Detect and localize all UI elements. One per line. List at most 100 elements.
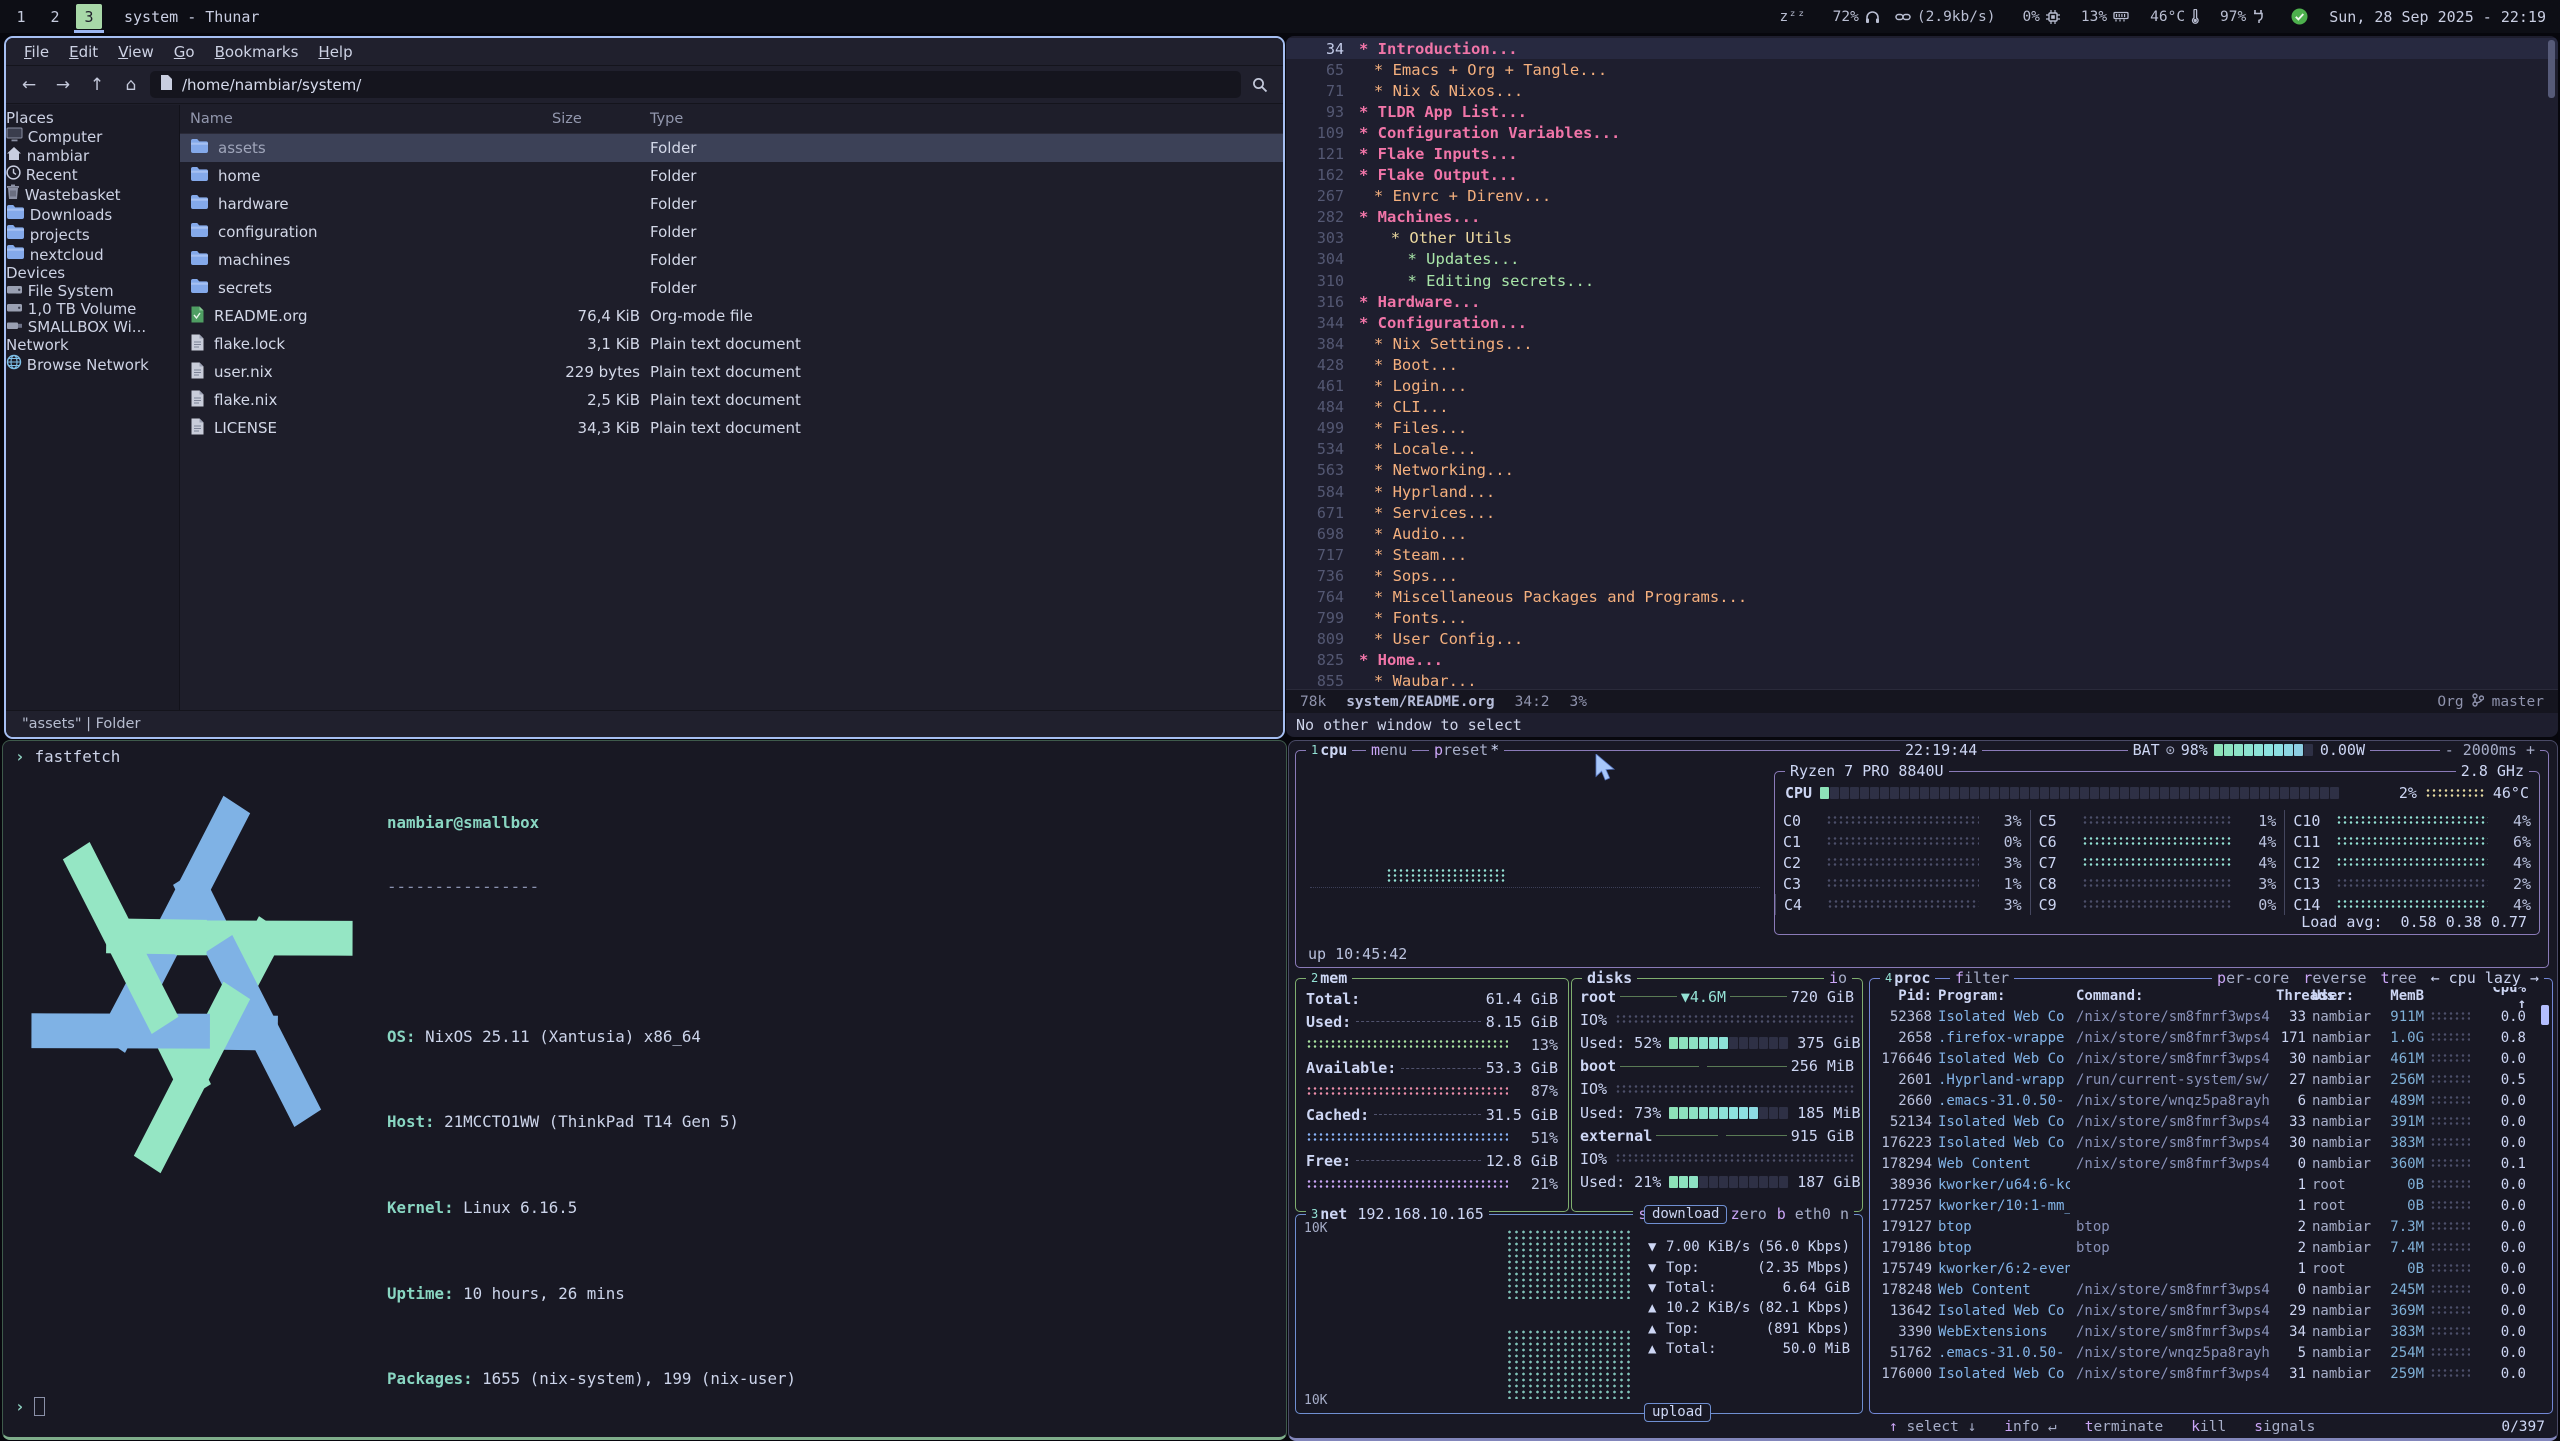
forward-button[interactable]: → [48,71,78,98]
sidebar-row[interactable]: Browse Network [6,354,179,374]
menu-item[interactable]: File [14,41,59,63]
process-row[interactable]: 52134 Isolated Web Co /nix/store/sm8fmrf… [1870,1111,2552,1132]
org-heading-line[interactable]: 499 * Files... [1286,418,2558,439]
info-key[interactable]: info ↵ [2004,1419,2056,1435]
workspace-button[interactable]: 1 [8,4,34,29]
filter-button[interactable]: filter [1950,969,2014,987]
cpu-box-title[interactable]: 1cpu [1306,741,1352,759]
org-heading-line[interactable]: 282 * Machines... [1286,207,2558,228]
sidebar-row[interactable]: nambiar [6,146,179,165]
org-heading-line[interactable]: 304 * Updates... [1286,249,2558,270]
sidebar-row[interactable]: Places [6,109,179,127]
org-heading-line[interactable]: 109 * Configuration Variables... [1286,122,2558,143]
shell-prompt[interactable]: › [15,1397,45,1416]
org-heading-line[interactable]: 267 * Envrc + Direnv... [1286,186,2558,207]
org-heading-line[interactable]: 121 * Flake Inputs... [1286,143,2558,164]
file-row[interactable]: secrets Folder [180,274,1283,302]
org-heading-line[interactable]: 461 * Login... [1286,376,2558,397]
menu-button[interactable]: menu [1366,741,1412,759]
proc-box-title[interactable]: 4proc [1880,969,1935,987]
workspace-button[interactable]: 3 [76,4,102,29]
sidebar-row[interactable]: SMALLBOX Wi... [6,318,179,336]
tray-item[interactable]: 13% [2075,9,2129,25]
up-button[interactable]: ↑ [82,71,112,98]
sidebar-row[interactable]: Downloads [6,204,179,224]
sidebar-row[interactable]: File System [6,282,179,300]
signals-key[interactable]: signals [2254,1419,2315,1435]
org-heading-line[interactable]: 717 * Steam... [1286,544,2558,565]
org-heading-line[interactable]: 484 * CLI... [1286,397,2558,418]
sidebar-row[interactable]: projects [6,224,179,244]
tray-item[interactable]: 0% [2016,9,2059,25]
io-mode-button[interactable]: io [1824,969,1852,987]
org-heading-line[interactable]: 162 * Flake Output... [1286,165,2558,186]
org-heading-line[interactable]: 65 * Emacs + Org + Tangle... [1286,59,2558,80]
org-heading-line[interactable]: 698 * Audio... [1286,523,2558,544]
process-row[interactable]: 52368 Isolated Web Co /nix/store/sm8fmrf… [1870,1006,2552,1027]
process-row[interactable]: 178248 Web Content /nix/store/sm8fmrf3wp… [1870,1279,2552,1300]
org-heading-line[interactable]: 384 * Nix Settings... [1286,333,2558,354]
sidebar-row[interactable]: Network [6,336,179,354]
menu-item[interactable]: View [108,41,164,63]
zero-button[interactable]: zero [1731,1205,1767,1223]
org-heading-line[interactable]: 303 * Other Utils [1286,228,2558,249]
org-heading-line[interactable]: 809 * User Config... [1286,629,2558,650]
process-row[interactable]: 51762 .emacs-31.0.50- /nix/store/wnqz5pa… [1870,1342,2552,1363]
sidebar-row[interactable]: 1,0 TB Volume [6,300,179,318]
process-row[interactable]: 38936 kworker/u64:6-kc 1 root 0B 0.0 [1870,1174,2552,1195]
terminate-key[interactable]: terminate [2085,1419,2164,1435]
file-row[interactable]: hardware Folder [180,190,1283,218]
process-row[interactable]: 179127 btop btop 2 nambiar 7.3M 0.0 [1870,1216,2552,1237]
org-heading-line[interactable]: 34 * Introduction... [1286,38,2558,59]
process-row[interactable]: 2660 .emacs-31.0.50- /nix/store/wnqz5pa8… [1870,1090,2552,1111]
sidebar-row[interactable]: Wastebasket [6,184,179,204]
select-keys[interactable]: ↑ select ↓ [1889,1419,1976,1435]
sidebar-row[interactable]: Devices [6,264,179,282]
process-row[interactable]: 178294 Web Content /nix/store/sm8fmrf3wp… [1870,1153,2552,1174]
menu-item[interactable]: Edit [59,41,108,63]
tray-item[interactable]: 72% [1827,9,1880,25]
file-row[interactable]: flake.nix 2,5 KiB Plain text document [180,386,1283,414]
org-heading-line[interactable]: 344 * Configuration... [1286,312,2558,333]
process-row[interactable]: 176646 Isolated Web Co /nix/store/sm8fmr… [1870,1048,2552,1069]
scrollbar[interactable] [2548,40,2555,98]
org-heading-line[interactable]: 825 * Home... [1286,650,2558,671]
sort-selector[interactable]: ← cpu lazy → [2431,969,2539,987]
file-row[interactable]: home Folder [180,162,1283,190]
back-button[interactable]: ← [14,71,44,98]
tray-item[interactable]: 97% [2214,9,2264,25]
process-row[interactable]: 176000 Isolated Web Co /nix/store/sm8fmr… [1870,1363,2552,1384]
menu-item[interactable]: Go [164,41,205,63]
kill-key[interactable]: kill [2191,1419,2226,1435]
org-heading-line[interactable]: 534 * Locale... [1286,439,2558,460]
path-bar[interactable]: /home/nambiar/system/ [150,71,1241,98]
sidebar-row[interactable]: nextcloud [6,244,179,264]
file-row[interactable]: LICENSE 34,3 KiB Plain text document [180,414,1283,442]
process-row[interactable]: 177257 kworker/10:1-mm_ 1 root 0B 0.0 [1870,1195,2552,1216]
column-type[interactable]: Type [640,111,1283,127]
menu-item[interactable]: Bookmarks [205,41,309,63]
process-row[interactable]: 176223 Isolated Web Co /nix/store/sm8fmr… [1870,1132,2552,1153]
org-heading-line[interactable]: 584 * Hyprland... [1286,481,2558,502]
file-row[interactable]: user.nix 229 bytes Plain text document [180,358,1283,386]
process-row[interactable]: 13642 Isolated Web Co /nix/store/sm8fmrf… [1870,1300,2552,1321]
org-heading-line[interactable]: 764 * Miscellaneous Packages and Program… [1286,586,2558,607]
tree-button[interactable]: tree [2381,969,2417,987]
column-name[interactable]: Name [180,111,552,127]
per-core-button[interactable]: per-core [2217,969,2289,987]
tray-item[interactable]: zᶻᶻ [1773,9,1811,25]
tray-item[interactable]: (2.9kb/s) [1895,9,2002,25]
clock[interactable]: Sun, 28 Sep 2025 - 22:19 [2329,8,2546,26]
org-heading-line[interactable]: 71 * Nix & Nixos... [1286,80,2558,101]
file-row[interactable]: configuration Folder [180,218,1283,246]
process-row[interactable]: 179186 btop btop 2 nambiar 7.4M 0.0 [1870,1237,2552,1258]
home-button[interactable]: ⌂ [116,71,146,98]
workspace-button[interactable]: 2 [42,4,68,29]
file-row[interactable]: README.org 76,4 KiB Org-mode file [180,302,1283,330]
org-heading-line[interactable]: 799 * Fonts... [1286,608,2558,629]
process-row[interactable]: 3390 WebExtensions /nix/store/sm8fmrf3wp… [1870,1321,2552,1342]
org-heading-line[interactable]: 93 * TLDR App List... [1286,101,2558,122]
update-interval[interactable]: - 2000ms + [2440,741,2540,759]
reverse-button[interactable]: reverse [2303,969,2366,987]
disks-box-title[interactable]: disks [1582,969,1637,987]
